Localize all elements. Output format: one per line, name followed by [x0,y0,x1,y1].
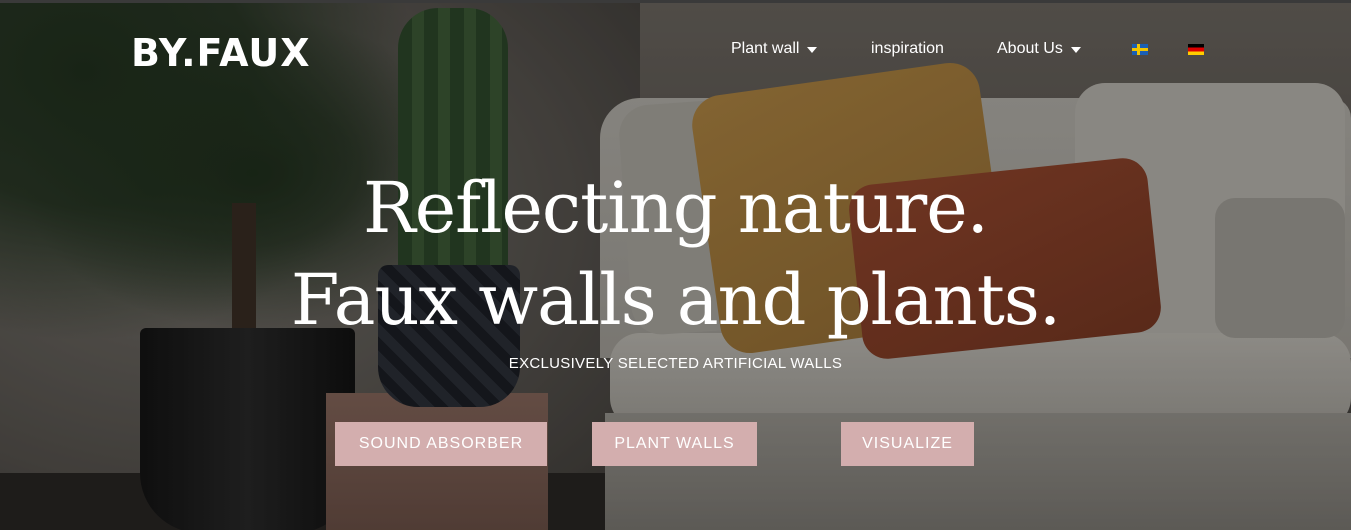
nav-item-about-us[interactable]: About Us [997,39,1081,59]
nav-item-label: inspiration [871,40,944,57]
hero-headline-line2: Faux walls and plants. [290,259,1061,341]
sweden-flag-icon[interactable] [1132,44,1148,55]
germany-flag-icon[interactable] [1188,44,1204,55]
chevron-down-icon [807,47,818,53]
hero-subheading: EXCLUSIVELY SELECTED ARTIFICIAL WALLS [508,355,843,372]
sound-absorber-button[interactable]: SOUND ABSORBER [335,422,547,466]
brand-logo[interactable]: BY.FAUX [131,31,311,75]
nav-item-inspiration[interactable]: inspiration [871,39,944,59]
visualize-button[interactable]: VISUALIZE [841,422,974,466]
hero-headline-line1: Reflecting nature. [363,167,989,249]
nav-item-label: About Us [997,40,1063,57]
chevron-down-icon [1070,47,1081,53]
plant-walls-button[interactable]: PLANT WALLS [592,422,757,466]
nav-item-label: Plant wall [731,40,800,57]
hero-section: BY.FAUX Plant wall inspiration About Us … [0,0,1351,530]
nav-item-plant-wall[interactable]: Plant wall [731,39,818,59]
